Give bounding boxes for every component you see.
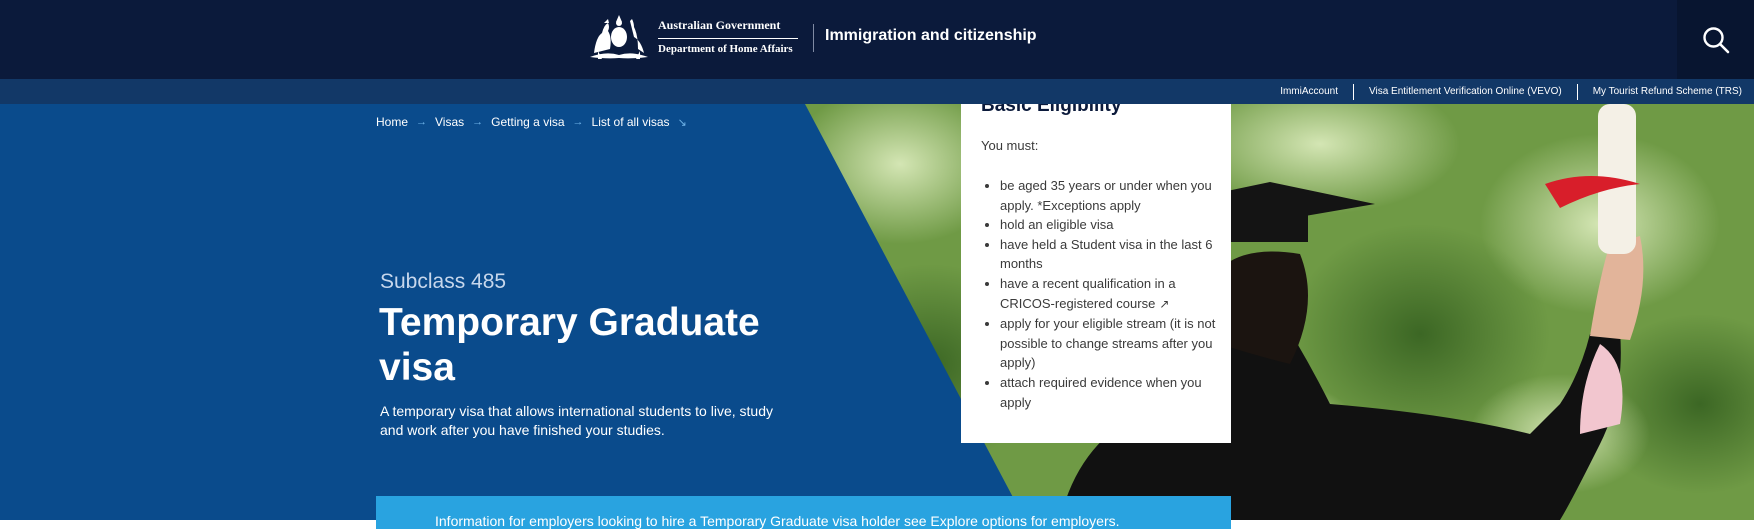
visa-subclass: Subclass 485 — [380, 270, 507, 293]
employer-info-banner: Information for employers looking to hir… — [376, 496, 1231, 529]
site-header: Australian Government Department of Home… — [0, 0, 1754, 79]
eligibility-title: Basic Eligibility — [981, 104, 1122, 116]
visa-description: A temporary visa that allows internation… — [380, 403, 773, 438]
eligibility-item-text: have held a Student visa in the last 6 m… — [1000, 236, 1213, 272]
gov-name-label: Australian Government — [658, 18, 798, 39]
eligibility-item-text: hold an eligible visa — [1000, 217, 1114, 233]
eligibility-item-text: apply for your eligible stream (it is no… — [1000, 316, 1216, 371]
eligibility-card: Basic Eligibility You must: be aged 35 y… — [961, 104, 1231, 443]
department-label: Department of Home Affairs — [658, 42, 793, 55]
page-title: Temporary Graduate visa — [379, 301, 760, 389]
immiaccount-link[interactable]: ImmiAccount — [1265, 84, 1353, 100]
list-item: attach required evidence when you apply — [981, 373, 1217, 412]
eligibility-intro: You must: — [981, 138, 1039, 153]
cricos-link[interactable]: have a recent qualification in a CRICOS-… — [1000, 276, 1176, 311]
eligibility-item-text: be aged 35 years or under when you apply… — [1000, 178, 1212, 213]
arrow-right-icon: → — [416, 116, 428, 128]
hero-blue-panel — [0, 104, 1025, 520]
breadcrumb: Home → Visas → Getting a visa → List of … — [376, 115, 687, 129]
list-item: be aged 35 years or under when you apply… — [981, 176, 1217, 215]
vevo-link[interactable]: Visa Entitlement Verification Online (VE… — [1353, 83, 1577, 100]
breadcrumb-getting-a-visa[interactable]: Getting a visa — [491, 115, 564, 129]
external-link-icon[interactable]: ↗ — [1159, 297, 1169, 311]
eligibility-list: be aged 35 years or under when you apply… — [981, 176, 1217, 412]
breadcrumb-visas[interactable]: Visas — [435, 115, 464, 129]
government-logo[interactable]: Australian Government Department of Home… — [586, 11, 798, 61]
trs-link[interactable]: My Tourist Refund Scheme (TRS) — [1576, 83, 1742, 100]
breadcrumb-home[interactable]: Home — [376, 115, 408, 129]
government-name: Australian Government Department of Home… — [658, 18, 798, 55]
eligibility-item-text: attach required evidence when you apply — [1000, 374, 1202, 410]
search-icon — [1702, 26, 1729, 53]
list-item: hold an eligible visa — [981, 215, 1217, 235]
arrow-right-icon: → — [472, 116, 484, 128]
coat-of-arms-icon — [590, 15, 648, 59]
arrow-right-icon: → — [572, 116, 584, 128]
arrow-down-right-icon[interactable]: ↘ — [678, 116, 687, 129]
search-button[interactable] — [1677, 0, 1754, 79]
utility-links: ImmiAccount Visa Entitlement Verificatio… — [1265, 79, 1742, 104]
utility-bar: ImmiAccount Visa Entitlement Verificatio… — [0, 79, 1754, 104]
list-item: have held a Student visa in the last 6 m… — [981, 235, 1217, 274]
site-name-link[interactable]: Immigration and citizenship — [825, 27, 1037, 45]
hero-banner: Home → Visas → Getting a visa → List of … — [0, 104, 1754, 520]
list-item: apply for your eligible stream (it is no… — [981, 314, 1217, 373]
breadcrumb-list-of-all-visas[interactable]: List of all visas — [592, 115, 670, 129]
list-item: have a recent qualification in a CRICOS-… — [981, 274, 1217, 314]
employer-info-link[interactable]: Information for employers looking to hir… — [435, 513, 1120, 529]
brand-divider — [813, 24, 814, 52]
